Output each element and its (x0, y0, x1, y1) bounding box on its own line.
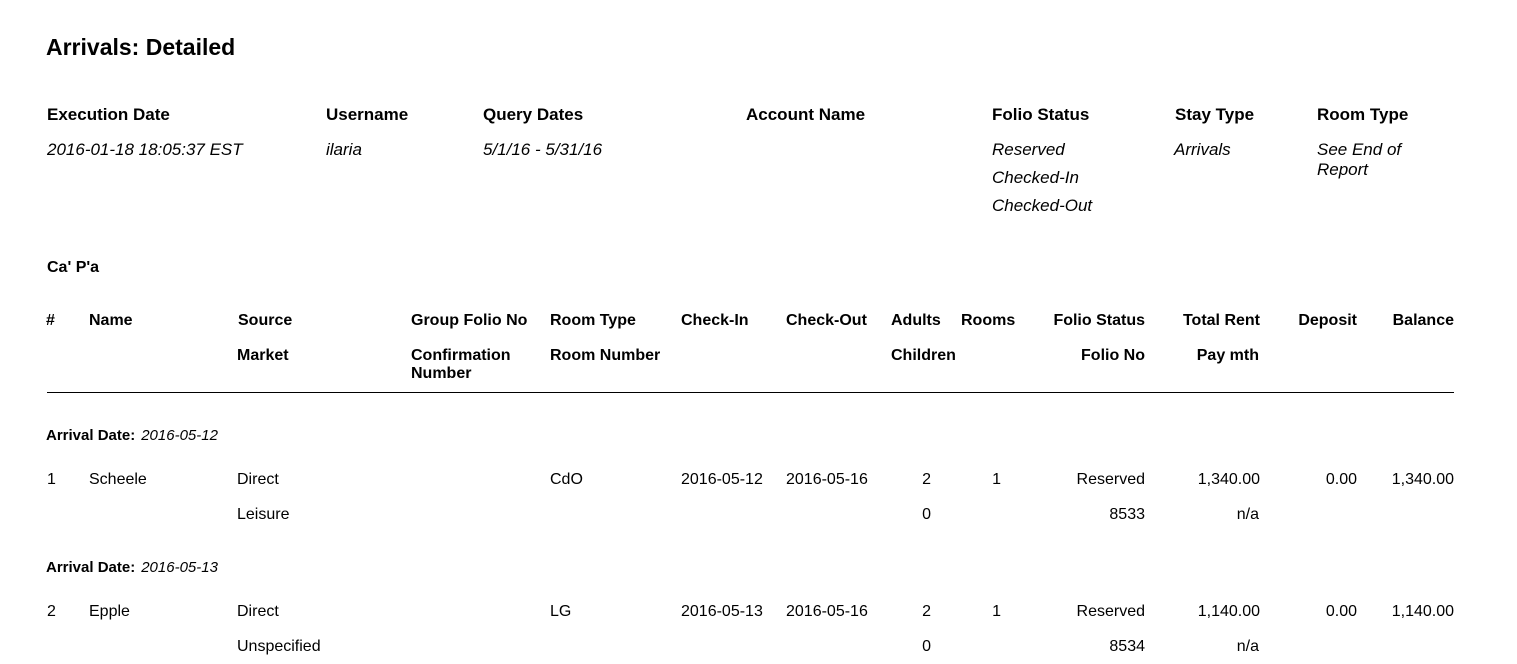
arrival-date-label: Arrival Date: (46, 559, 136, 576)
row-children: 0 (922, 506, 931, 523)
row-folio-no: 8533 (1109, 506, 1145, 523)
arrival-date-group-2: Arrival Date: 2016-05-13 (46, 559, 218, 576)
col-confirmation-header: Confirmation Number (411, 347, 511, 382)
username-value: ilaria (326, 140, 362, 159)
room-type-filter-value: See End of Report (1317, 140, 1402, 179)
row-adults: 2 (922, 471, 931, 488)
row-source: Direct (237, 603, 279, 620)
col-room-number-header: Room Number (550, 347, 661, 364)
row-pay-mth: n/a (1236, 638, 1259, 655)
row-market: Leisure (237, 506, 290, 523)
row-room-type: CdO (550, 471, 583, 488)
col-check-out-header: Check-Out (786, 312, 867, 329)
folio-status-value-1: Reserved (992, 140, 1065, 159)
arrival-date-value: 2016-05-13 (141, 559, 218, 576)
col-rooms-header: Rooms (961, 312, 1016, 329)
row-total-rent: 1,340.00 (1197, 471, 1260, 488)
col-group-folio-header: Group Folio No (411, 312, 528, 329)
execution-date-label: Execution Date (47, 105, 170, 124)
room-type-filter-label: Room Type (1317, 105, 1409, 124)
folio-status-label: Folio Status (992, 105, 1090, 124)
row-rooms: 1 (992, 471, 1001, 488)
account-name-label: Account Name (746, 105, 866, 124)
row-folio-no: 8534 (1109, 638, 1145, 655)
row-check-out: 2016-05-16 (786, 471, 868, 488)
row-adults: 2 (922, 603, 931, 620)
col-folio-no-header: Folio No (1081, 347, 1145, 364)
col-pay-mth-header: Pay mth (1196, 347, 1259, 364)
row-name: Scheele (89, 471, 147, 488)
stay-type-label: Stay Type (1175, 105, 1255, 124)
col-check-in-header: Check-In (681, 312, 749, 329)
col-market-header: Market (237, 347, 289, 364)
col-source-header: Source (238, 312, 293, 329)
report-title: Arrivals: Detailed (46, 34, 236, 60)
row-name: Epple (89, 603, 130, 620)
row-check-in: 2016-05-13 (681, 603, 763, 620)
arrival-date-group-1: Arrival Date: 2016-05-12 (46, 427, 218, 444)
username-label: Username (326, 105, 409, 124)
col-adults-header: Adults (891, 312, 941, 329)
query-dates-label: Query Dates (483, 105, 584, 124)
col-room-type-header: Room Type (550, 312, 636, 329)
col-balance-header: Balance (1392, 312, 1454, 329)
row-children: 0 (922, 638, 931, 655)
col-total-rent-header: Total Rent (1182, 312, 1260, 329)
row-check-out: 2016-05-16 (786, 603, 868, 620)
row-pay-mth: n/a (1236, 506, 1259, 523)
header-divider (47, 392, 1454, 393)
row-total-rent: 1,140.00 (1197, 603, 1260, 620)
col-num-header: # (46, 312, 55, 329)
row-balance: 1,340.00 (1391, 471, 1454, 488)
arrival-date-value: 2016-05-12 (141, 427, 218, 444)
query-dates-value: 5/1/16 - 5/31/16 (483, 140, 603, 159)
row-num: 2 (47, 603, 56, 620)
row-source: Direct (237, 471, 279, 488)
row-deposit: 0.00 (1325, 471, 1357, 488)
row-room-type: LG (550, 603, 572, 620)
col-name-header: Name (89, 312, 133, 329)
row-num: 1 (47, 471, 56, 488)
col-folio-status-header: Folio Status (1053, 312, 1145, 329)
row-balance: 1,140.00 (1391, 603, 1454, 620)
row-market: Unspecified (237, 638, 321, 655)
col-deposit-header: Deposit (1298, 312, 1357, 329)
folio-status-value-2: Checked-In (992, 168, 1079, 187)
row-check-in: 2016-05-12 (681, 471, 763, 488)
row-rooms: 1 (992, 603, 1001, 620)
stay-type-value: Arrivals (1174, 140, 1231, 159)
folio-status-value-3: Checked-Out (992, 196, 1093, 215)
row-deposit: 0.00 (1325, 603, 1357, 620)
property-name: Ca' P'a (47, 259, 100, 276)
row-folio-status: Reserved (1076, 603, 1145, 620)
col-children-header: Children (891, 347, 956, 364)
execution-date-value: 2016-01-18 18:05:37 EST (47, 140, 243, 159)
arrival-date-label: Arrival Date: (46, 427, 136, 444)
row-folio-status: Reserved (1076, 471, 1145, 488)
